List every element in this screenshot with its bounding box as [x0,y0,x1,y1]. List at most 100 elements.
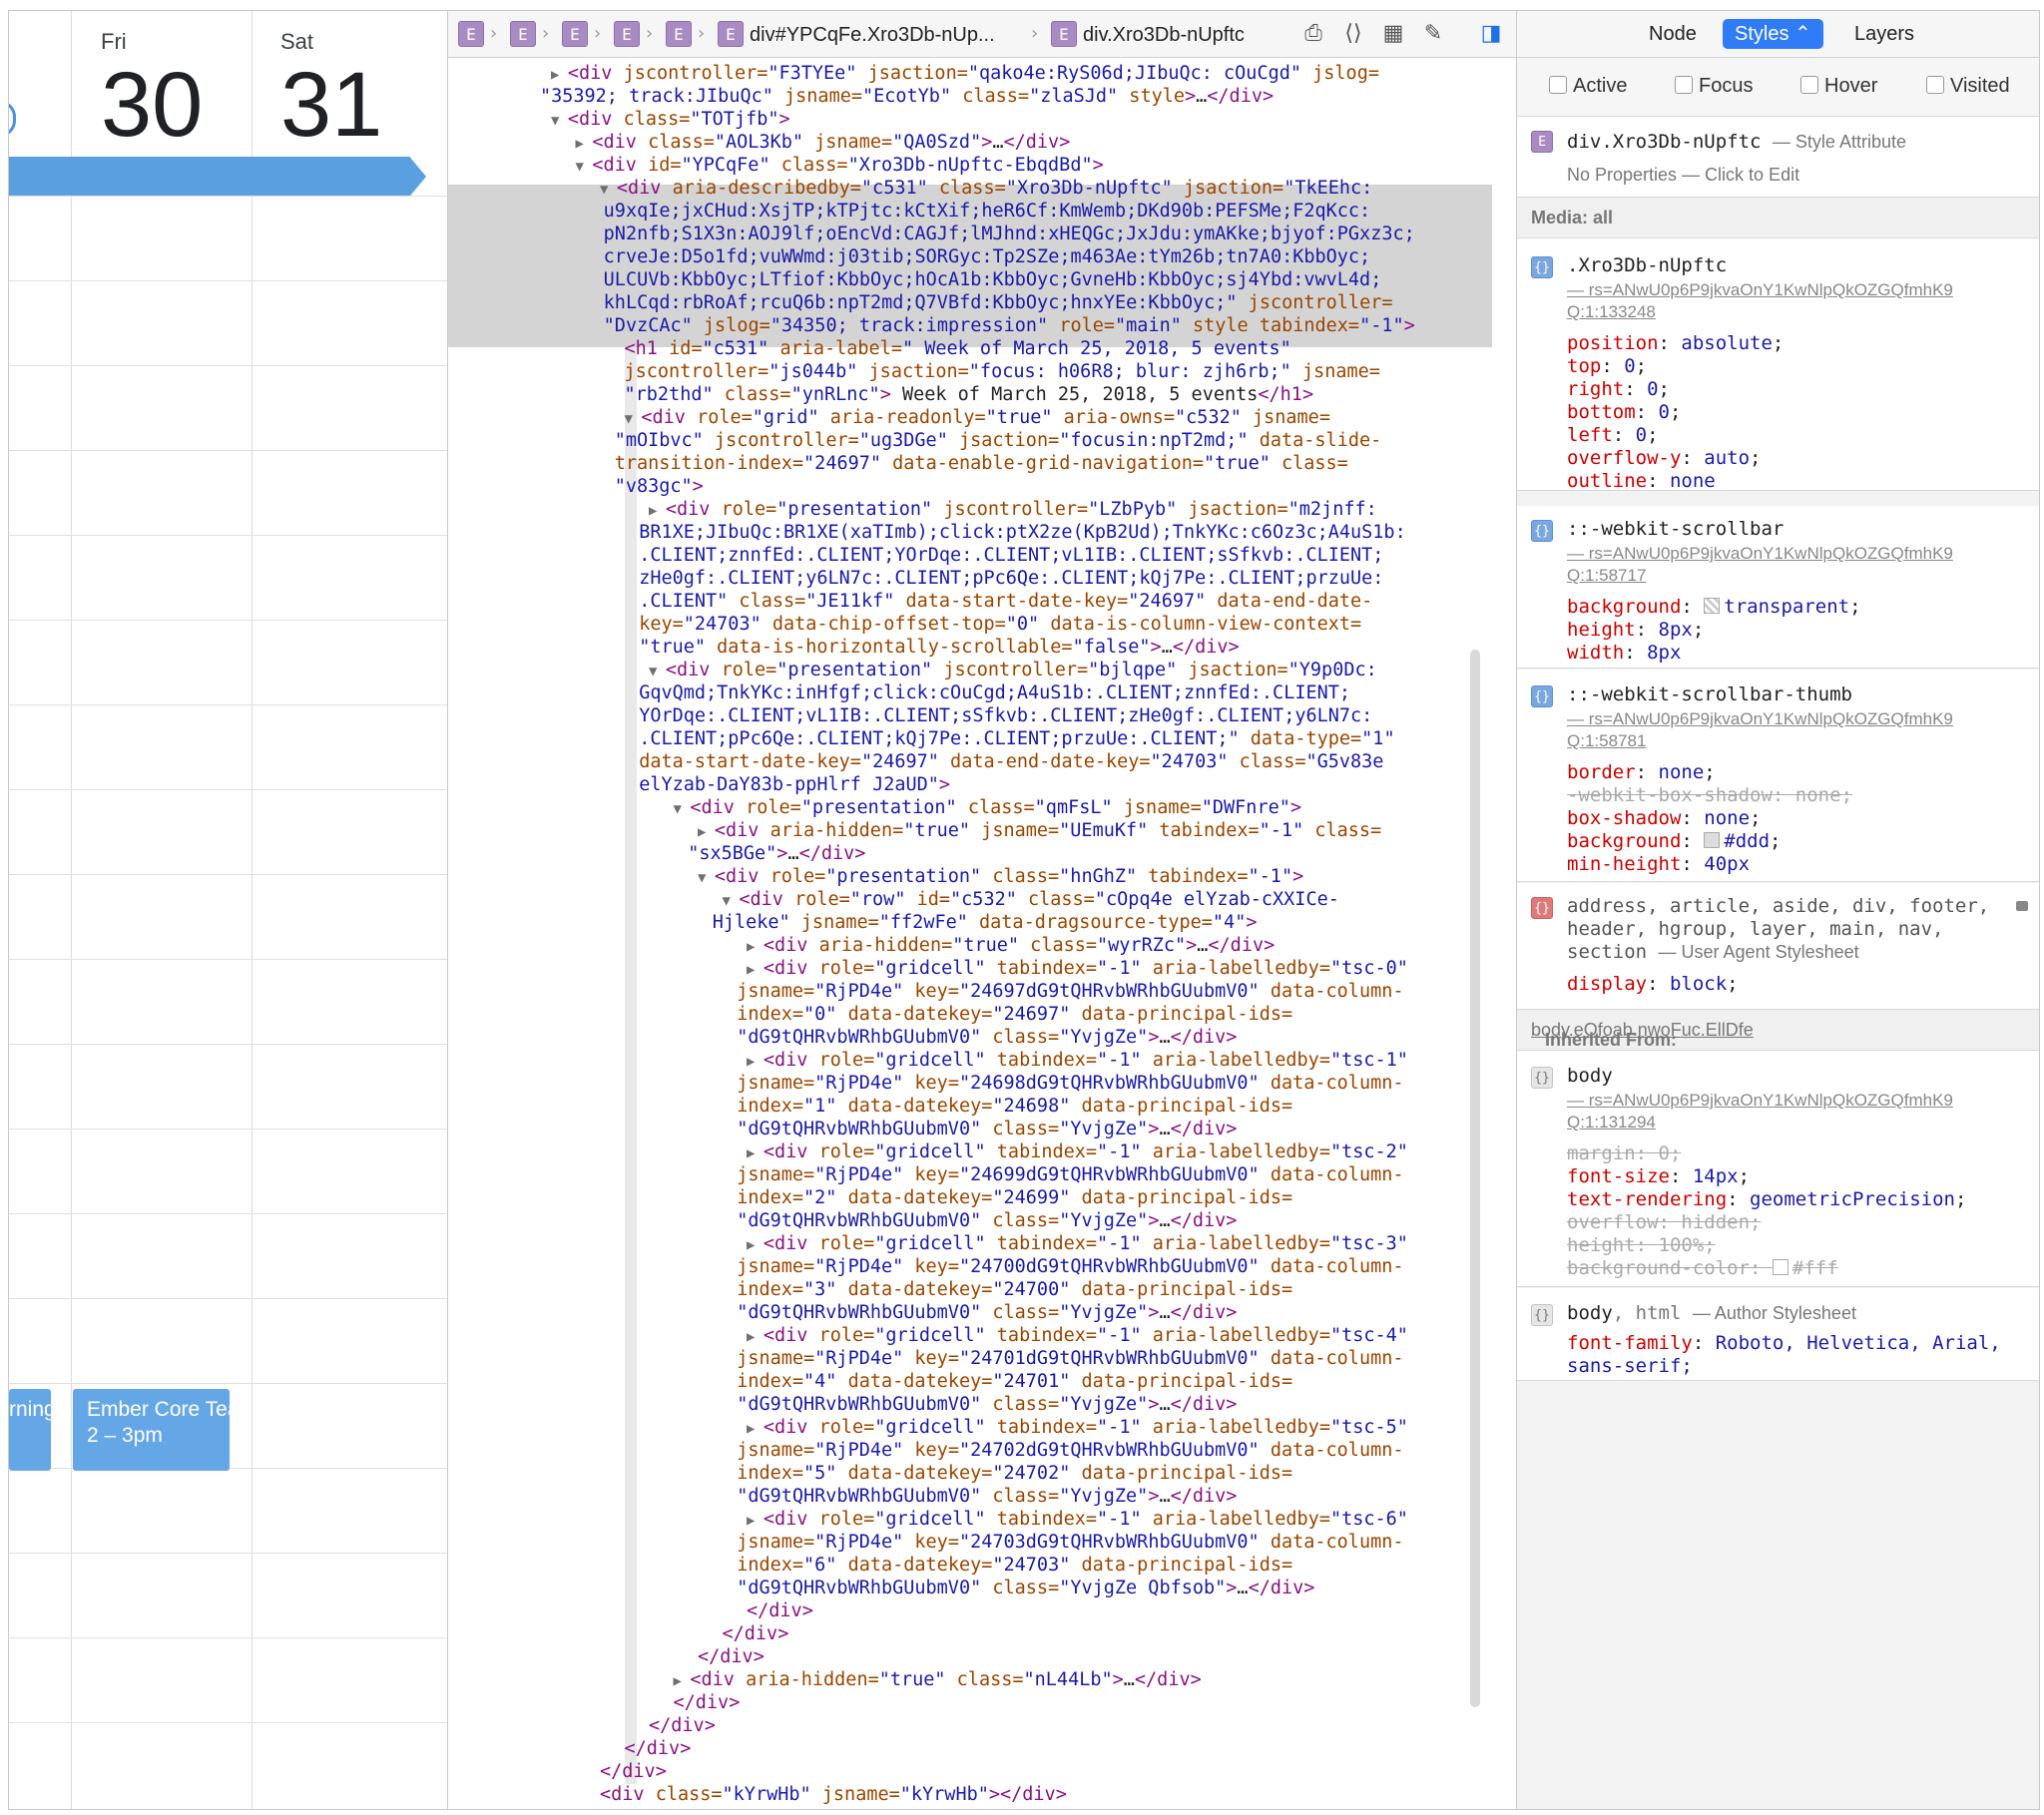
no-properties-text[interactable]: No Properties — Click to Edit [1567,165,1799,186]
checkbox-active[interactable]: Active [1549,75,1627,98]
css-property[interactable]: min-height: 40px [1567,853,1750,876]
dom-node-line[interactable]: index="4" data-datekey="24701" data-prin… [737,1370,1292,1393]
disclosure-collapsed-icon[interactable]: ▶ [747,1054,764,1070]
color-swatch-icon[interactable] [1704,598,1721,614]
checkbox-visited[interactable]: Visited [1926,75,2010,98]
element-badge-icon[interactable]: E [718,21,744,47]
disclosure-collapsed-icon[interactable]: ▶ [698,824,715,840]
dom-node-line[interactable]: "DvzCAc" jslog="34350; track:impression"… [604,314,1415,337]
dom-node-line[interactable]: khLCqd:rbRoAf;rcuQ6b:npT2md;Q7VBfd:KbbOy… [604,291,1393,314]
paint-icon[interactable]: ✎ [1418,19,1448,49]
dom-node-line[interactable]: "dG9tQHRvbWRhbGUubmV0" class="YvjgZe">…<… [737,1026,1237,1049]
dom-node-line[interactable]: ▼ <div role="presentation" class="hnGhZ"… [698,865,1303,888]
rule-source-link-line[interactable]: Q:1:58781 [1567,731,1646,751]
dom-node-line[interactable]: </div> [747,1599,813,1622]
element-badge-icon[interactable]: E [666,21,692,47]
refresh-icon-partial[interactable] [9,101,16,137]
dom-node-line[interactable]: .CLIENT;znnfEd:.CLIENT;YOrDqe:.CLIENT;vL… [639,544,1383,567]
multi-day-event-bar[interactable] [9,157,426,197]
css-property-overridden[interactable]: overflow: hidden; [1567,1211,1762,1234]
dom-node-line[interactable]: index="2" data-datekey="24699" data-prin… [737,1186,1292,1209]
css-property[interactable]: background: #ddd; [1567,830,1782,853]
tab-layers[interactable]: Layers [1842,19,1926,49]
disclosure-expanded-icon[interactable]: ▼ [649,664,666,680]
day-number-fri[interactable]: 30 [101,59,203,151]
dom-node-line[interactable]: YOrDqe:.CLIENT;vL1IB:.CLIENT;sSfkvb:.CLI… [639,704,1372,727]
css-property-overridden[interactable]: background-color: #fff [1567,1257,1838,1280]
css-property[interactable]: outline: none [1567,470,1716,493]
css-property[interactable]: left: 0; [1567,424,1659,447]
element-badge-icon[interactable]: E [614,21,640,47]
disclosure-expanded-icon[interactable]: ▼ [576,159,593,175]
dom-node-line[interactable]: "35392; track:JIbuQc" jsname="EcotYb" cl… [540,85,1274,108]
dom-node-line[interactable]: zHe0gf:.CLIENT;y6LN7c:.CLIENT;pPc6Qe:.CL… [639,567,1383,590]
element-badge-icon[interactable]: E [562,21,588,47]
dom-node-line[interactable]: pN2nfb;S1X3n:AOJ9lf;oEncVd:CAGJf;lMJhnd:… [604,223,1415,245]
show-source-icon[interactable]: ⟨⟩ [1338,19,1368,49]
disclosure-expanded-icon[interactable]: ▼ [600,182,617,198]
breadcrumb-item[interactable]: div#YPCqFe.Xro3Db-nUp... [750,24,995,47]
css-rule[interactable]: {} body — rs=ANwU0p6P9jkvaOnY1KwNlpQkOZG… [1517,1051,2039,1287]
css-property[interactable]: right: 0; [1567,378,1670,401]
dom-node-line[interactable]: elYzab-DaY83b-ppHlrf J2aUD"> [639,773,950,796]
disclosure-collapsed-icon[interactable]: ▶ [674,1673,691,1689]
dom-node-line[interactable]: ▶ <div role="gridcell" tabindex="-1" ari… [747,1416,1408,1439]
dom-node-line[interactable]: jsname="RjPD4e" key="24702dG9tQHRvbWRhbG… [737,1439,1403,1462]
dom-node-line[interactable]: ▼ <div class="TOTjfb"> [551,108,790,131]
dom-node-line[interactable]: crveJe:D5o1fd;vuWWmd:j03tib;SORGyc:Tp2SZ… [604,245,1371,268]
dom-node-line[interactable]: jsname="RjPD4e" key="24698dG9tQHRvbWRhbG… [737,1072,1403,1095]
rule-source-link[interactable]: — rs=ANwU0p6P9jkvaOnY1KwNlpQkOZGQfmhK9 [1567,544,1953,564]
style-attribute-rule[interactable]: E div.Xro3Db-nUpftc — Style Attribute No… [1517,117,2039,198]
css-property-overridden[interactable]: -webkit-box-shadow: none; [1567,784,1852,807]
dom-node-line[interactable]: </div> [698,1645,765,1668]
dom-node-line[interactable]: jsname="RjPD4e" key="24701dG9tQHRvbWRhbG… [737,1347,1403,1370]
disclosure-expanded-icon[interactable]: ▼ [698,870,715,886]
grid-overlay-icon[interactable]: ▦ [1378,19,1408,49]
dom-node-line[interactable]: ▶ <div role="gridcell" tabindex="-1" ari… [747,1324,1408,1347]
dom-node-line[interactable]: "dG9tQHRvbWRhbGUubmV0" class="YvjgZe">…<… [737,1301,1237,1324]
checkbox-focus[interactable]: Focus [1675,75,1753,98]
disclosure-collapsed-icon[interactable]: ▶ [747,962,764,978]
css-property[interactable]: height: 8px; [1567,619,1704,642]
rule-source-link-line[interactable]: Q:1:58717 [1567,566,1646,586]
event-chip-ember-core-team[interactable]: Ember Core Tea 2 – 3pm [73,1389,230,1471]
day-number-sat[interactable]: 31 [280,59,382,151]
dom-node-line[interactable]: data-start-date-key="24697" data-end-dat… [639,750,1383,773]
dom-node-line[interactable]: jscontroller="js044b" jsaction="focus: h… [625,360,1380,383]
dom-node-line[interactable]: key="24703" data-chip-offset-top="0" dat… [639,613,1361,636]
dom-node-line[interactable]: ▶ <div aria-hidden="true" class="wyrRZc"… [747,934,1275,957]
dom-node-line[interactable]: u9xqIe;jxCHud:XsjTP;kTPjtc:kCtXif;heR6Cf… [604,200,1371,223]
disclosure-expanded-icon[interactable]: ▼ [723,893,740,909]
disclosure-collapsed-icon[interactable]: ▶ [551,67,568,83]
dom-node-line[interactable]: index="6" data-datekey="24703" data-prin… [737,1554,1292,1577]
dom-node-line[interactable]: ▼ <div role="presentation" jscontroller=… [649,659,1377,681]
dom-node-line[interactable]: ▼ <div role="grid" aria-readonly="true" … [625,406,1330,429]
dom-node-line[interactable]: <div class="kYrwHb" jsname="kYrwHb"></di… [600,1783,1067,1806]
disclosure-collapsed-icon[interactable]: ▶ [747,939,764,955]
dom-node-line[interactable]: index="3" data-datekey="24700" data-prin… [737,1278,1292,1301]
scrollbar-thumb[interactable] [1470,650,1480,1707]
css-property[interactable]: bottom: 0; [1567,401,1681,424]
disclosure-expanded-icon[interactable]: ▼ [625,411,642,427]
dom-node-line[interactable]: "sx5BGe">…</div> [688,842,865,865]
css-property[interactable]: font-family: Roboto, Helvetica, Arial, [1567,1332,2001,1355]
dom-node-line[interactable]: ▼ <div role="row" id="c532" class="cOpq4… [723,888,1339,911]
dom-node-line[interactable]: "dG9tQHRvbWRhbGUubmV0" class="YvjgZe Qbf… [737,1577,1314,1599]
dom-node-line[interactable]: <h1 id="c531" aria-label=" Week of March… [625,337,1291,360]
disclosure-expanded-icon[interactable]: ▼ [551,113,568,129]
dom-node-line[interactable]: ▼ <div aria-describedby="c531" class="Xr… [600,177,1372,200]
tab-node[interactable]: Node [1637,19,1709,49]
dom-node-line[interactable]: ▶ <div role="presentation" jscontroller=… [649,498,1377,521]
dom-node-line[interactable]: .CLIENT;pPc6Qe:.CLIENT;kQj7Pe:.CLIENT;pr… [639,727,1394,750]
dom-node-line[interactable]: ▶ <div role="gridcell" tabindex="-1" ari… [747,1049,1408,1072]
breadcrumb-item-current[interactable]: div.Xro3Db-nUpftc [1083,24,1245,47]
dom-node-line[interactable]: transition-index="24697" data-enable-gri… [615,452,1348,475]
disclosure-collapsed-icon[interactable]: ▶ [747,1329,764,1345]
css-property[interactable]: font-size: 14px; [1567,1165,1750,1188]
dom-node-line[interactable]: "true" data-is-horizontally-scrollable="… [639,636,1239,659]
dom-node-line[interactable]: ▼ <div id="YPCqFe" class="Xro3Db-nUpftc-… [576,154,1104,177]
css-property[interactable]: box-shadow: none; [1567,807,1762,830]
dom-node-line[interactable]: </div> [649,1714,716,1737]
print-icon[interactable]: ⎙ [1298,19,1328,49]
dom-node-line[interactable]: index="1" data-datekey="24698" data-prin… [737,1095,1292,1118]
